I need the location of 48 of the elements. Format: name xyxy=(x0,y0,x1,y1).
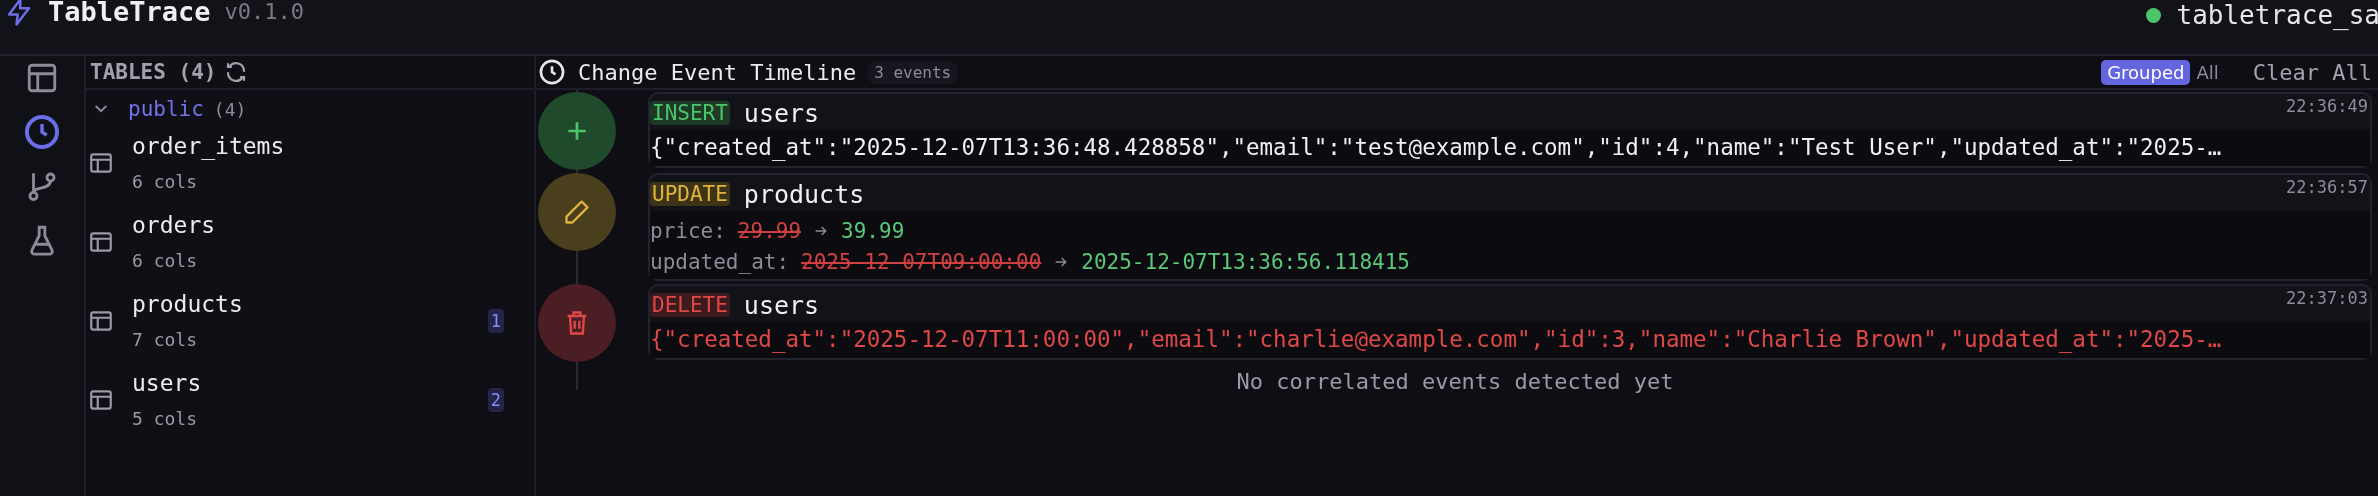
new-value: 2025-12-07T13:36:56.118415 xyxy=(1081,249,1411,274)
event-time: 22:37:03 xyxy=(2286,288,2368,308)
event-card[interactable]: UPDATE products 22:36:57 price: 29.99 39.99 updated_at: 2025-12-07T09:00:00 2025-12-07T13:36:56.118415 xyxy=(648,173,2372,281)
field-name: price: xyxy=(650,218,726,243)
column-count: 6 cols xyxy=(132,250,199,271)
table-item[interactable]: products 7 cols 1 xyxy=(86,281,534,360)
table-name: products xyxy=(132,291,244,317)
timeline-title: Change Event Timeline xyxy=(578,59,857,85)
row-data: {"created_at":"2025-12-07T13:36:48.428858","email":"test@example.com","id":4,"name":"Test User","updated_at":"2025-… xyxy=(650,130,2370,166)
table-name: order_items xyxy=(132,133,286,159)
event-card[interactable]: DELETE users 22:37:03 {"created_at":"2025-12-07T11:00:00","email":"charlie@example.com","id":3,"name":"Charlie Brown","updated_at":"2025-… xyxy=(648,284,2372,360)
event-count: 2 xyxy=(487,387,504,412)
table-item[interactable]: order_items 6 cols xyxy=(86,123,534,202)
schema-name[interactable]: public xyxy=(128,97,204,121)
operation-tag: UPDATE xyxy=(650,182,730,206)
database-name: tabletrace_sa xyxy=(2176,0,2378,30)
field-name: updated_at: xyxy=(650,249,790,274)
column-count: 5 cols xyxy=(132,408,199,429)
view-toggle[interactable]: All xyxy=(2190,59,2225,85)
table-name: users xyxy=(743,290,820,320)
clock-icon[interactable] xyxy=(23,112,61,152)
panel-title: TABLES (4) xyxy=(90,60,217,84)
event-count: 3 events xyxy=(868,60,958,84)
event-time: 22:36:57 xyxy=(2286,177,2368,197)
table-name: orders xyxy=(132,212,217,238)
empty-message: No correlated events detected yet xyxy=(1235,369,1675,394)
clear-all-button[interactable]: Clear All xyxy=(2252,59,2372,85)
schema-count: (4) xyxy=(213,98,247,120)
old-value: 29.99 xyxy=(737,218,802,243)
event-count: 1 xyxy=(487,308,504,333)
view-toggle[interactable]: Grouped xyxy=(2101,59,2191,85)
column-count: 6 cols xyxy=(132,171,199,192)
clock-icon xyxy=(538,58,566,86)
column-count: 7 cols xyxy=(132,329,199,350)
table-item[interactable]: users 5 cols 2 xyxy=(86,360,534,439)
event-card[interactable]: INSERT users 22:36:49 {"created_at":"2025-12-07T13:36:48.428858","email":"test@example.com","id":4,"name":"Test User","updated_at":"2025-… xyxy=(648,92,2372,168)
event-time: 22:36:49 xyxy=(2286,96,2368,116)
new-value: 39.99 xyxy=(841,218,905,243)
app-name: TableTrace xyxy=(48,0,211,27)
table-name: users xyxy=(132,370,203,396)
app-version: v0.1.0 xyxy=(224,0,305,24)
table-name: users xyxy=(743,98,820,128)
old-value: 2025-12-07T09:00:00 xyxy=(801,249,1042,274)
table-name: products xyxy=(743,179,865,209)
operation-tag: DELETE xyxy=(650,293,730,317)
row-data: {"created_at":"2025-12-07T11:00:00","email":"charlie@example.com","id":3,"name":"Charlie Brown","updated_at":"2025-… xyxy=(650,322,2370,358)
table-item[interactable]: orders 6 cols xyxy=(86,202,534,281)
operation-tag: INSERT xyxy=(650,101,730,125)
